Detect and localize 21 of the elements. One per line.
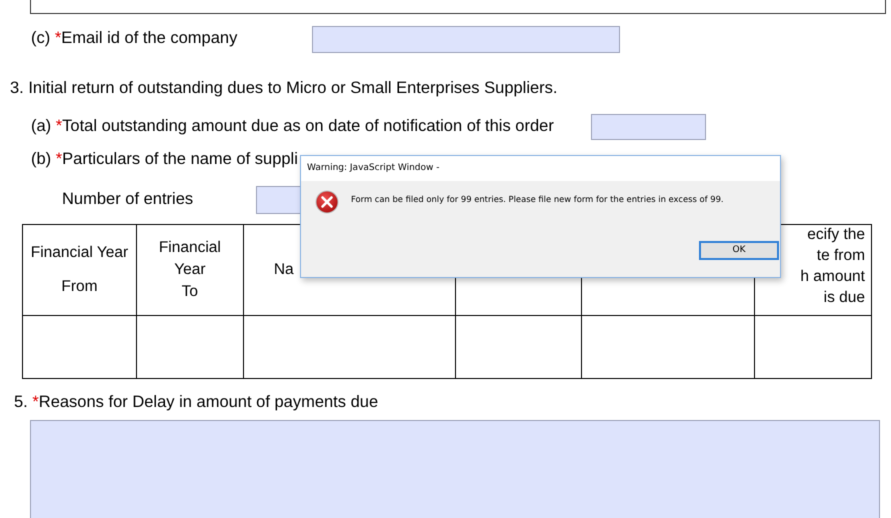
column-header: Financial Year From	[22, 224, 136, 316]
table-cell[interactable]	[754, 316, 872, 378]
field-label: (a) *Total outstanding amount due as on date of notification of this order	[31, 116, 554, 137]
column-header: Financial Year To	[136, 224, 244, 316]
email-field[interactable]	[312, 26, 620, 53]
field-label: (b) *Particulars of the name of suppli	[31, 148, 298, 170]
table-cell[interactable]	[582, 316, 755, 378]
section-heading: 3. Initial return of outstanding dues to Micro or Small Enterprises Suppliers.	[10, 79, 558, 97]
ok-button[interactable]: OK	[699, 241, 779, 260]
table-cell[interactable]	[455, 316, 582, 378]
dialog-message: Form can be filed only for 99 entries. Please file new form for the entries in excess of 99.	[351, 193, 724, 206]
amount-field[interactable]	[591, 114, 706, 140]
table-cell[interactable]	[136, 316, 244, 378]
section-heading: 5. *Reasons for Delay in amount of payments due	[14, 393, 378, 411]
error-icon	[315, 190, 339, 214]
table-cell[interactable]	[243, 316, 456, 378]
field-label: Number of entries	[62, 188, 194, 210]
table-cell[interactable]	[22, 316, 136, 378]
dialog-title: Warning: JavaScript Window -	[307, 162, 440, 175]
reasons-field[interactable]	[30, 420, 880, 518]
field-label: (c) *Email id of the company	[31, 28, 238, 50]
